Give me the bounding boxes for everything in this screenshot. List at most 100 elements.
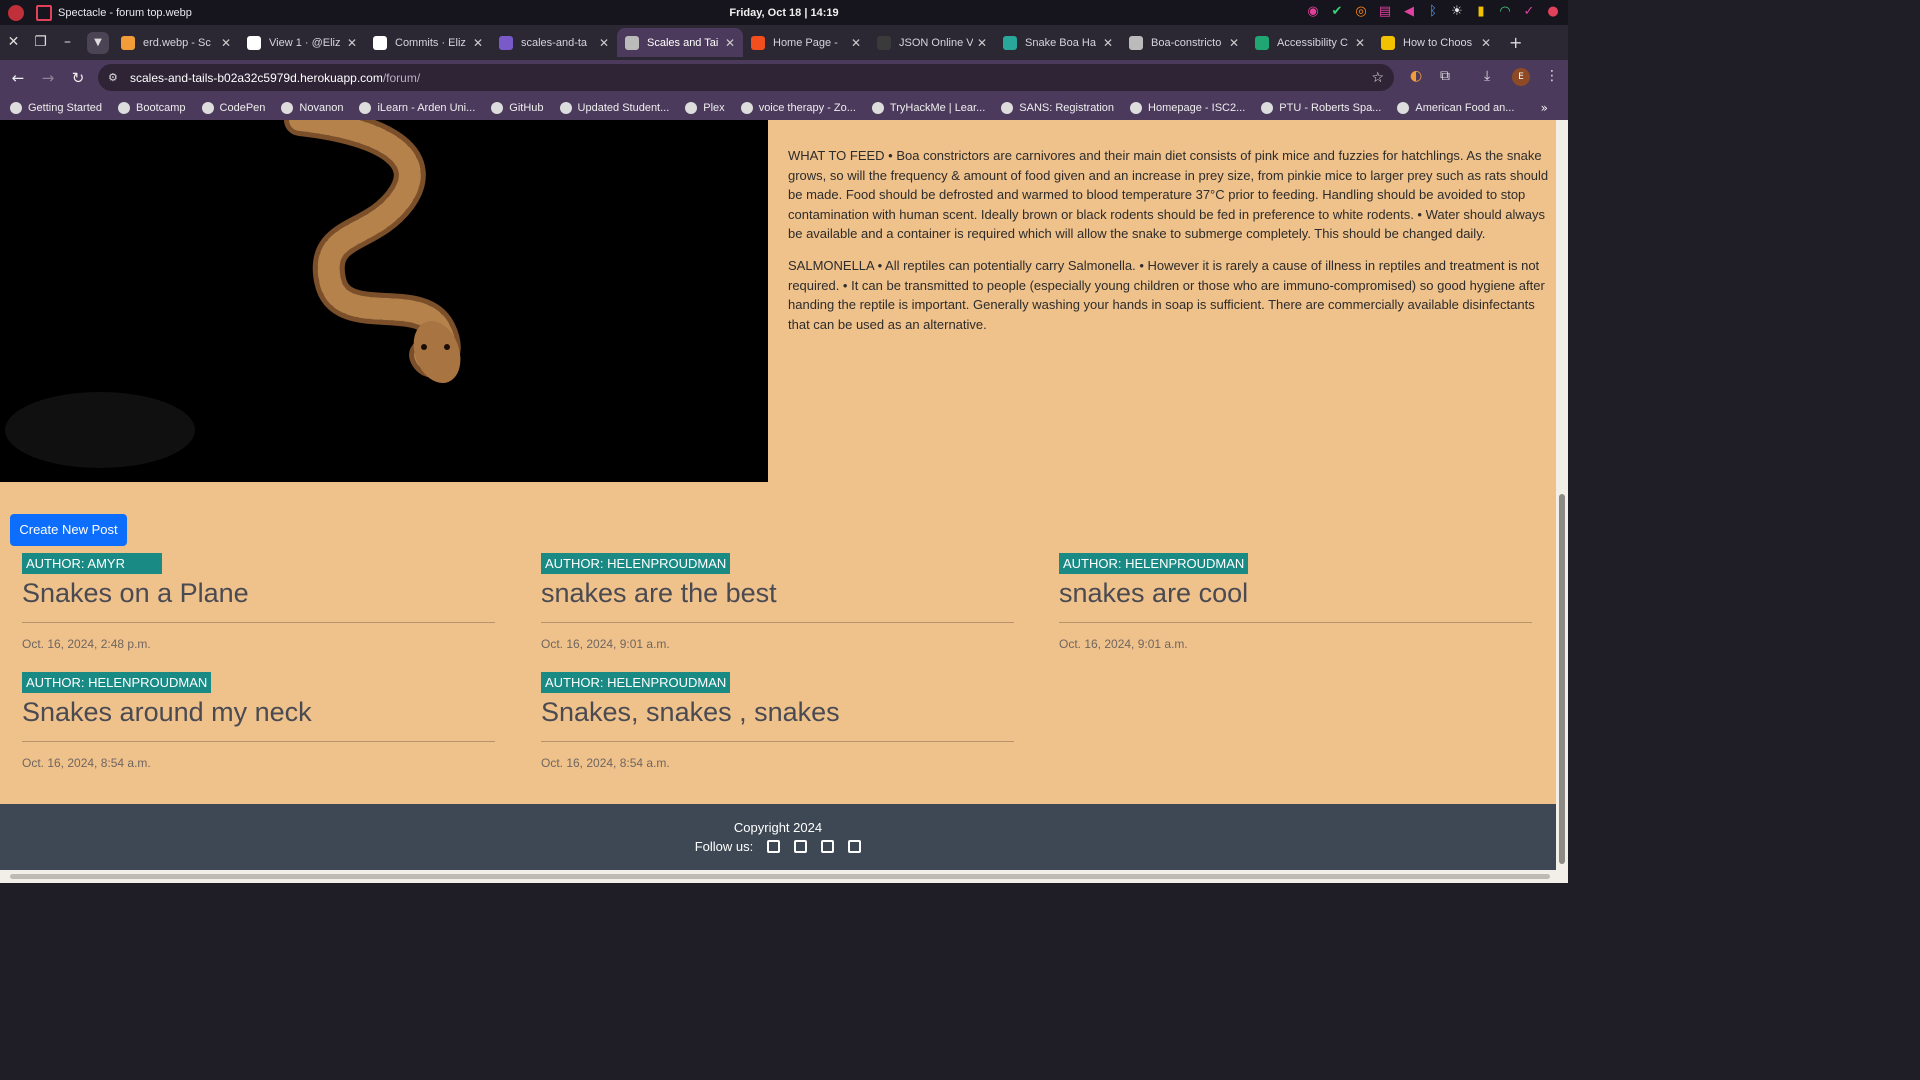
vertical-scrollbar[interactable] [1556,120,1568,870]
boa-constrictor-illustration [5,120,461,468]
close-window-icon[interactable]: ✕ [0,29,27,56]
close-tab-icon[interactable]: ✕ [473,36,483,50]
bookmark-item[interactable]: Plex [685,101,725,114]
new-tab-icon[interactable]: + [1509,33,1522,52]
create-new-post-button[interactable]: Create New Post [10,514,127,546]
bookmark-star-icon[interactable]: ☆ [1371,70,1384,86]
close-tab-icon[interactable]: ✕ [221,36,231,50]
check-icon[interactable]: ✔ [1328,3,1346,21]
minimize-window-icon[interactable]: – [54,29,81,56]
bookmark-item[interactable]: SANS: Registration [1001,101,1114,114]
close-tab-icon[interactable]: ✕ [347,36,357,50]
bookmark-label: Updated Student... [577,101,670,114]
browser-tab[interactable]: Home Page - ✕ [743,28,869,57]
close-tab-icon[interactable]: ✕ [1103,36,1113,50]
facebook-icon[interactable] [767,840,781,853]
sun-icon [1381,35,1395,50]
menu-icon[interactable]: ⋮ [1545,68,1559,84]
close-tab-icon[interactable]: ✕ [725,36,735,50]
post-title-link[interactable]: Snakes around my neck [22,697,495,731]
app-launcher-icon[interactable] [8,4,24,21]
tab-strip: ✕ ❐ – ▼ erd.webp - Sc ✕ View 1 · @Eliz ✕ Com… [0,25,1568,60]
brightness-icon[interactable]: ☀ [1448,3,1466,21]
browser-tab[interactable]: Accessibility C ✕ [1247,28,1373,57]
browser-tab[interactable]: erd.webp - Sc ✕ [113,28,239,57]
instagram-icon[interactable] [821,840,835,853]
browser-tab[interactable]: scales-and-ta ✕ [491,28,617,57]
bookmark-item[interactable]: PTU - Roberts Spa... [1261,101,1381,114]
forum-post-card[interactable]: AUTHOR: HELENPROUDMAN snakes are cool Oct.… [1059,553,1532,651]
browser-tab[interactable]: Commits · Eliz ✕ [365,28,491,57]
extension-icon[interactable]: ◐ [1410,68,1422,84]
feeding-paragraph: WHAT TO FEED • Boa constrictors are carn… [788,148,1549,242]
wifi-icon[interactable]: ◠ [1496,3,1514,21]
bookmark-item[interactable]: voice therapy - Zo... [740,101,856,114]
url-text[interactable]: scales-and-tails-b02a32c5979d.herokuapp.… [130,71,420,85]
forum-post-card[interactable]: AUTHOR: HELENPROUDMAN snakes are the best… [541,553,1014,651]
clipboard-icon[interactable]: ▤ [1376,3,1394,21]
bookmark-favicon-icon [10,101,22,114]
forum-post-card[interactable]: AUTHOR: HELENPROUDMAN Snakes, snakes , sn… [541,672,1014,770]
browser-tab[interactable]: Boa-constricto ✕ [1121,28,1247,57]
horizontal-scroll-thumb[interactable] [10,874,1550,879]
post-title-link[interactable]: Snakes, snakes , snakes [541,697,1014,731]
close-tab-icon[interactable]: ✕ [1481,36,1491,50]
notifications-icon[interactable]: ✓ [1520,3,1538,21]
post-author-badge: AUTHOR: HELENPROUDMAN [22,672,212,693]
browser-tab[interactable]: View 1 · @Eliz ✕ [239,28,365,57]
site-info-icon[interactable]: ⚙ [108,71,122,85]
volume-icon[interactable]: ◀ [1400,3,1418,21]
back-icon[interactable]: ← [3,69,33,87]
system-tray: ◉ ✔ ◎ ▤ ◀ ᛒ ☀ ▮ ◠ ✓ ● [1304,3,1562,21]
shield-icon[interactable]: ◉ [1304,3,1322,21]
browser-tab[interactable]: Snake Boa Ha ✕ [995,28,1121,57]
post-title-link[interactable]: snakes are the best [541,578,1014,612]
bookmark-item[interactable]: CodePen [201,101,265,114]
puzzle-icon[interactable]: ⧉ [1440,68,1450,84]
download-icon[interactable]: ⤓ [1484,68,1490,84]
bookmark-item[interactable]: iLearn - Arden Uni... [359,101,475,114]
twitter-icon[interactable] [794,840,808,853]
close-tab-icon[interactable]: ✕ [977,36,987,50]
horizontal-scrollbar[interactable] [0,870,1568,883]
profile-avatar[interactable]: E [1512,68,1530,86]
user-avatar-icon[interactable]: ● [1544,3,1562,21]
restore-window-icon[interactable]: ❐ [27,29,54,56]
address-bar[interactable]: ⚙ scales-and-tails-b02a32c5979d.herokuap… [98,64,1394,91]
post-title-link[interactable]: snakes are cool [1059,578,1532,612]
bookmark-favicon-icon [359,101,372,114]
bookmark-item[interactable]: Novanon [281,101,343,114]
bookmark-item[interactable]: TryHackMe | Lear... [871,101,985,114]
bluetooth-icon[interactable]: ᛒ [1424,3,1442,21]
close-tab-icon[interactable]: ✕ [851,36,861,50]
reload-icon[interactable]: ↻ [63,69,93,87]
sync-icon[interactable]: ◎ [1352,3,1370,21]
vertical-scroll-thumb[interactable] [1559,494,1565,864]
close-tab-icon[interactable]: ✕ [1355,36,1365,50]
post-title-link[interactable]: Snakes on a Plane [22,578,495,612]
forum-post-card[interactable]: AUTHOR: HELENPROUDMAN Snakes around my ne… [22,672,495,770]
bookmark-favicon-icon [559,101,572,114]
youtube-icon[interactable] [848,840,862,853]
bookmark-label: Bootcamp [136,101,186,114]
bookmark-item[interactable]: Getting Started [10,101,102,114]
browser-tab[interactable]: Scales and Tai ✕ [617,28,743,57]
more-bookmarks-icon[interactable]: » [1541,101,1548,115]
bookmark-item[interactable]: GitHub [491,101,544,114]
bookmark-item[interactable]: Bootcamp [118,101,186,114]
tab-search-chevron-icon[interactable]: ▼ [87,31,109,54]
bookmark-item[interactable]: Updated Student... [559,101,670,114]
forward-icon[interactable]: → [33,69,63,87]
close-tab-icon[interactable]: ✕ [1229,36,1239,50]
browser-tab[interactable]: JSON Online V ✕ [869,28,995,57]
browser-tab[interactable]: How to Choos ✕ [1373,28,1499,57]
bookmark-label: American Food an... [1415,101,1515,114]
bookmark-item[interactable]: Homepage - ISC2... [1130,101,1245,114]
bookmark-item[interactable]: American Food an... [1397,101,1515,114]
bookmark-label: Getting Started [28,101,102,114]
battery-icon[interactable]: ▮ [1472,3,1490,21]
json-icon [877,35,891,50]
bookmark-favicon-icon [685,101,698,114]
close-tab-icon[interactable]: ✕ [599,36,609,50]
forum-post-card[interactable]: AUTHOR: AMYR Snakes on a Plane Oct. 16, 20… [22,553,495,651]
